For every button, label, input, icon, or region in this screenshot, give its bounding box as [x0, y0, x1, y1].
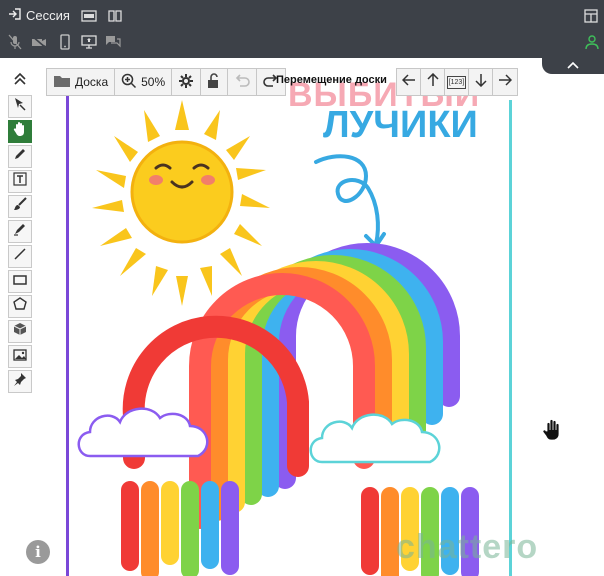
watermark-logo: chattero [396, 528, 539, 566]
collapse-panel-button[interactable] [542, 56, 604, 74]
login-arrow-icon [8, 7, 22, 24]
folder-icon [53, 74, 71, 91]
zoom-in-icon [121, 73, 137, 92]
cube-icon [13, 322, 27, 341]
line-tool[interactable] [8, 245, 32, 268]
book-icon[interactable] [106, 7, 124, 25]
gear-icon [178, 73, 194, 92]
hand-tool[interactable] [8, 120, 32, 143]
screen-share-icon[interactable] [80, 33, 98, 51]
unlock-icon [207, 72, 221, 92]
mic-off-icon[interactable] [6, 33, 24, 51]
collapse-up-icon [13, 72, 27, 91]
board-toolbar: Доска 50% [46, 68, 287, 96]
zoom-button[interactable]: 50% [115, 69, 173, 95]
info-icon: i [35, 543, 41, 561]
record-icon[interactable] [80, 7, 98, 25]
pin-icon [13, 372, 27, 391]
pen-tool[interactable] [8, 145, 32, 168]
top-bar-row-1: Сессия [0, 4, 604, 28]
settings-button[interactable] [172, 69, 202, 95]
lock-button[interactable] [201, 69, 229, 95]
select-arrow-icon [13, 97, 27, 116]
worksheet-title-bottom: ЛУЧИКИ [323, 104, 478, 146]
move-left-button[interactable] [397, 69, 421, 95]
session-button[interactable]: Сессия [8, 7, 70, 24]
camera-off-icon[interactable] [30, 33, 48, 51]
top-bar-row-2 [0, 30, 604, 54]
top-bar: Сессия [0, 0, 604, 58]
select-tool[interactable] [8, 95, 32, 118]
cloud-left [77, 407, 209, 458]
rectangle-icon [13, 273, 27, 291]
undo-button[interactable] [228, 69, 258, 95]
arrow-right-icon [498, 73, 513, 91]
marker-icon [13, 222, 27, 241]
board-navigation: [123] [396, 68, 518, 96]
arrow-up-icon [426, 72, 439, 92]
board-navigation-label: Перемещение доски [276, 74, 387, 86]
text-tool[interactable] [8, 170, 32, 193]
phone-icon[interactable] [56, 33, 74, 51]
session-label: Сессия [26, 8, 70, 23]
hand-cursor-icon [542, 418, 564, 447]
brush-tool[interactable] [8, 195, 32, 218]
image-icon [13, 348, 27, 366]
marker-tool[interactable] [8, 220, 32, 243]
board-label: Доска [75, 75, 109, 89]
hand-icon [13, 121, 27, 142]
fit-label: [123] [446, 75, 467, 89]
swirl-arrow [314, 154, 386, 250]
sun-face [130, 140, 234, 244]
chat-icon[interactable] [104, 33, 122, 51]
move-down-button[interactable] [469, 69, 493, 95]
tool-panel [8, 70, 34, 395]
fit-page-button[interactable]: [123] [445, 69, 469, 95]
shape-3d-tool[interactable] [8, 320, 32, 343]
layout-icon[interactable] [582, 7, 600, 25]
polygon-tool[interactable] [8, 295, 32, 318]
lesson-illustration [77, 100, 479, 576]
move-up-button[interactable] [421, 69, 445, 95]
move-right-button[interactable] [493, 69, 517, 95]
brush-icon [13, 197, 27, 216]
undo-icon [234, 73, 250, 91]
board-button[interactable]: Доска [47, 69, 116, 95]
pen-icon [13, 147, 27, 166]
page-border [66, 74, 69, 576]
info-button[interactable]: i [26, 540, 50, 564]
arrow-left-icon [401, 73, 416, 91]
text-icon [13, 172, 27, 191]
image-tool[interactable] [8, 345, 32, 368]
chevron-up-icon [567, 56, 579, 74]
app-window: Сессия ВЫБИТЫЙ ЛУЧИКИ Доска 50% Перемеще… [0, 0, 604, 576]
collapse-tools-button[interactable] [8, 70, 32, 93]
user-icon[interactable] [583, 33, 601, 51]
polygon-icon [13, 297, 27, 316]
arrow-down-icon [474, 73, 487, 92]
rectangle-tool[interactable] [8, 270, 32, 293]
line-icon [13, 247, 27, 266]
zoom-level: 50% [141, 75, 166, 89]
pin-tool[interactable] [8, 370, 32, 393]
